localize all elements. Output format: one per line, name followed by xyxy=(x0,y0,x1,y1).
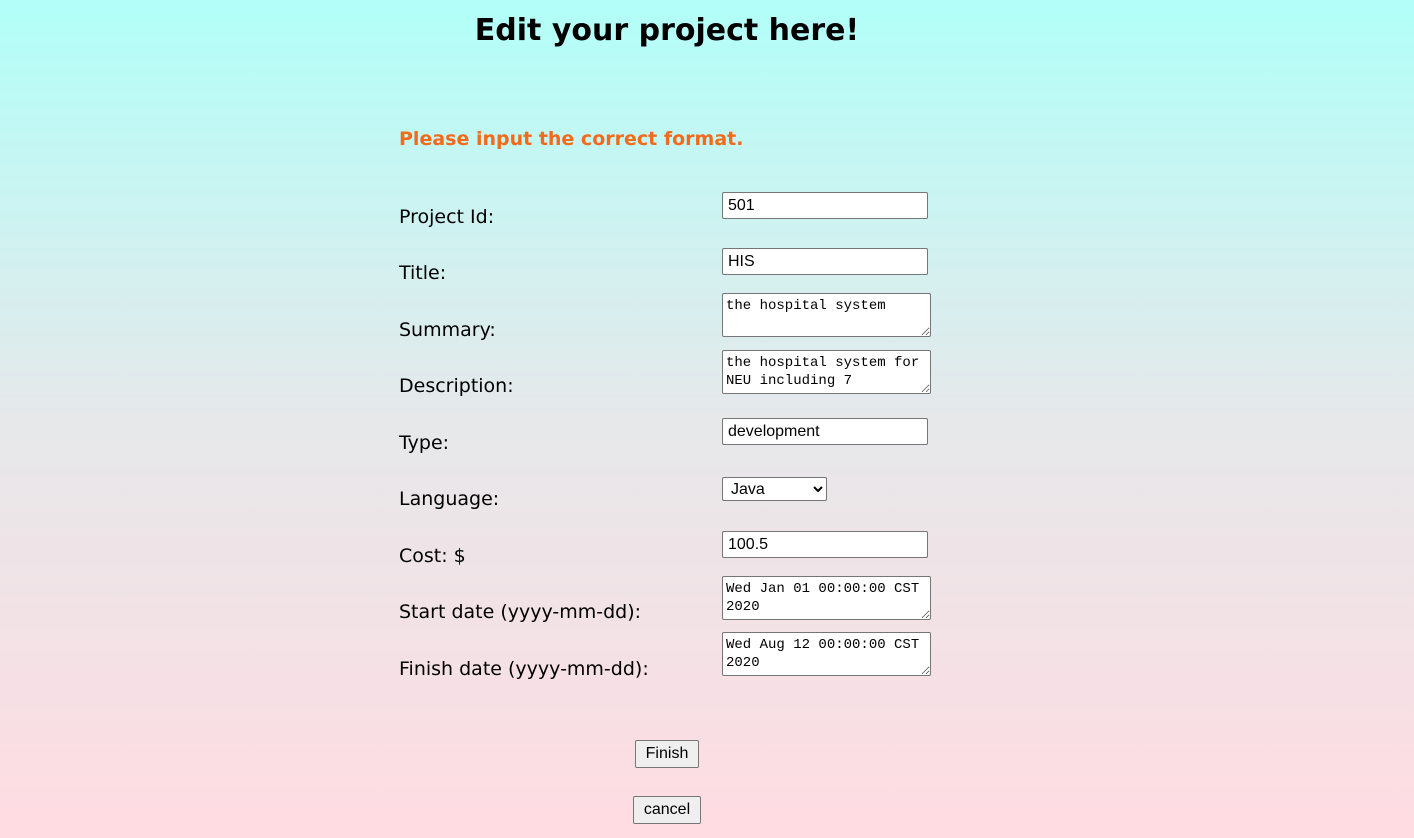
start-date-textarea[interactable]: Wed Jan 01 00:00:00 CST 2020 xyxy=(722,576,931,620)
summary-label: Summary: xyxy=(399,319,496,341)
project-id-label: Project Id: xyxy=(399,206,495,228)
type-label: Type: xyxy=(399,432,450,454)
title-label: Title: xyxy=(399,262,447,284)
summary-textarea[interactable]: the hospital system xyxy=(722,293,931,337)
title-input[interactable] xyxy=(722,248,928,275)
finish-date-label: Finish date (yyyy-mm-dd): xyxy=(399,658,649,680)
finish-button[interactable]: Finish xyxy=(635,740,699,768)
format-error-message: Please input the correct format. xyxy=(399,128,744,150)
language-select[interactable]: Java xyxy=(722,477,827,501)
page-title: Edit your project here! xyxy=(474,13,860,48)
type-input[interactable] xyxy=(722,418,928,445)
cancel-button[interactable]: cancel xyxy=(633,796,701,824)
project-id-input[interactable] xyxy=(722,192,928,219)
language-label: Language: xyxy=(399,488,500,510)
cost-label: Cost: $ xyxy=(399,545,466,567)
description-textarea[interactable]: the hospital system for NEU including 7 xyxy=(722,350,931,394)
description-label: Description: xyxy=(399,375,514,397)
finish-date-textarea[interactable]: Wed Aug 12 00:00:00 CST 2020 xyxy=(722,632,931,676)
start-date-label: Start date (yyyy-mm-dd): xyxy=(399,601,642,623)
cost-input[interactable] xyxy=(722,531,928,558)
